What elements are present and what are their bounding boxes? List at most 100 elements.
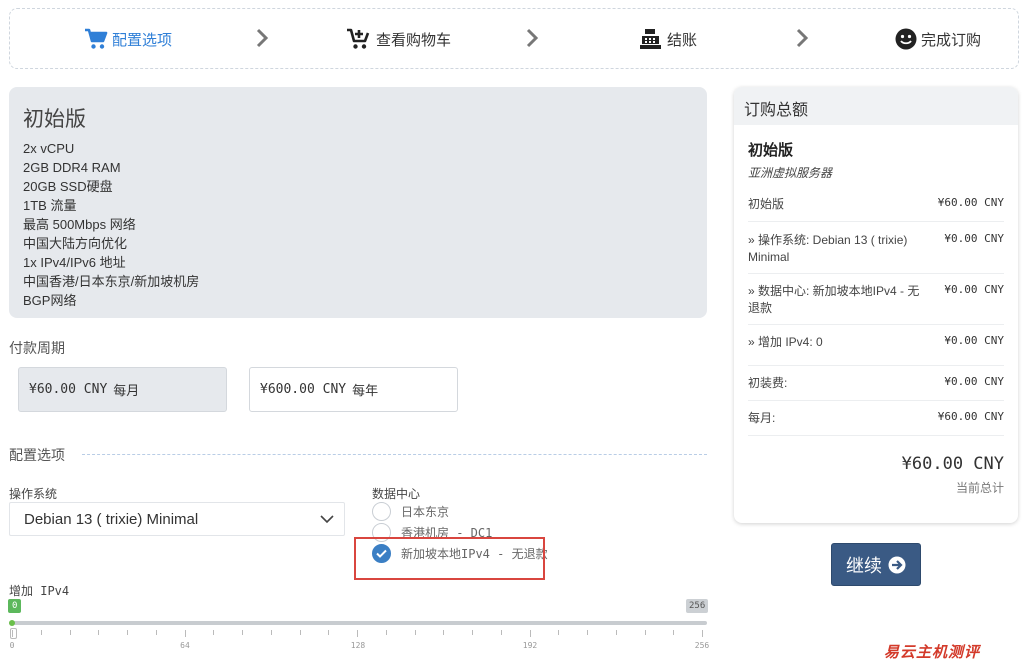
billing-option-annually[interactable]: ¥600.00 CNY 每年	[249, 367, 458, 412]
datacenter-option-label: 日本东京	[401, 505, 450, 519]
step-complete[interactable]: 完成订购	[895, 24, 981, 54]
slider-tick	[328, 630, 330, 635]
step-label: 配置选项	[112, 31, 173, 49]
summary-line: » 操作系统: Debian 13 ( trixie) Minimal ¥0.0…	[748, 232, 1004, 274]
feature-item: 20GB SSD硬盘	[23, 179, 113, 194]
continue-button[interactable]: 继续	[831, 543, 921, 586]
summary-line-label: 初装费:	[748, 376, 788, 390]
continue-label: 继续	[846, 555, 882, 576]
slider-tick	[558, 630, 560, 635]
ipv4-label: 增加 IPv4	[9, 584, 70, 598]
summary-line-label: 每月:	[748, 411, 776, 425]
slider-tick	[414, 630, 416, 635]
feature-item: 2x vCPU	[23, 141, 75, 156]
os-select-value: Debian 13 ( trixie) Minimal	[24, 510, 199, 528]
billing-price: ¥600.00 CNY	[260, 382, 347, 397]
slider-tick	[98, 630, 100, 635]
slider-tick	[529, 630, 531, 637]
slider-tick	[443, 630, 445, 635]
summary-total: ¥60.00 CNY	[901, 454, 1004, 474]
cart-plus-icon	[346, 28, 372, 50]
slider-tick	[184, 630, 186, 637]
summary-line-label: » 增加 IPv4: 0	[748, 335, 823, 349]
tick-label: 256	[694, 641, 710, 650]
step-label: 查看购物车	[376, 31, 452, 49]
slider-tick	[270, 630, 272, 635]
feature-item: 中国大陆方向优化	[23, 236, 128, 251]
datacenter-label: 数据中心	[372, 487, 421, 501]
os-label: 操作系统	[9, 487, 58, 501]
radio-button[interactable]	[372, 502, 391, 521]
summary-line: 初装费: ¥0.00 CNY	[748, 375, 1004, 401]
slider-tick	[299, 630, 301, 635]
billing-unit: 每年	[352, 384, 379, 399]
step-label: 结账	[667, 31, 698, 49]
summary-line-value: ¥60.00 CNY	[937, 410, 1004, 423]
billing-unit: 每月	[113, 384, 140, 399]
summary-total-label: 当前总计	[955, 481, 1004, 495]
arrow-circle-right-icon	[888, 556, 906, 573]
summary-title: 订购总额	[734, 87, 1018, 125]
summary-line: » 增加 IPv4: 0 ¥0.00 CNY	[748, 334, 1004, 366]
config-options-title: 配置选项	[9, 447, 65, 463]
slider-tick	[242, 630, 243, 635]
summary-line-value: ¥0.00 CNY	[944, 232, 1004, 245]
summary-line-label: » 操作系统: Debian 13 ( trixie) Minimal	[748, 233, 908, 264]
slider-tick	[213, 630, 215, 635]
ipv4-slider-track[interactable]	[9, 621, 707, 625]
slider-tick	[12, 630, 13, 637]
slider-tick	[644, 630, 646, 635]
summary-line: » 数据中心: 新加坡本地IPv4 - 无退款 ¥0.00 CNY	[748, 283, 1004, 325]
slider-tick	[615, 630, 617, 635]
product-name: 初始版	[23, 107, 86, 131]
summary-line-value: ¥0.00 CNY	[944, 334, 1004, 347]
slider-tick	[500, 630, 502, 635]
summary-line-label: 初始版	[748, 197, 785, 211]
summary-line-value: ¥60.00 CNY	[937, 196, 1004, 209]
tick-label: 64	[180, 641, 190, 650]
summary-product-group: 亚洲虚拟服务器	[748, 166, 833, 180]
step-configure[interactable]: 配置选项	[84, 24, 172, 54]
feature-item: BGP网络	[23, 293, 77, 308]
billing-cycle-title: 付款周期	[9, 340, 65, 356]
watermark: 易云主机测评	[884, 643, 981, 661]
os-select[interactable]: Debian 13 ( trixie) Minimal	[9, 502, 345, 536]
tick-label: 128	[350, 641, 366, 650]
summary-line: 每月: ¥60.00 CNY	[748, 410, 1004, 436]
tick-label: 0	[9, 641, 15, 650]
section-divider	[82, 454, 707, 455]
chevron-right-icon	[526, 28, 539, 48]
slider-tick	[702, 630, 703, 637]
slider-min-badge: 0	[8, 599, 22, 613]
order-summary-panel: 订购总额 初始版 亚洲虚拟服务器 初始版 ¥60.00 CNY » 操作系统: …	[734, 87, 1018, 523]
step-label: 完成订购	[921, 31, 982, 49]
cash-register-icon	[639, 28, 663, 50]
feature-item: 最高 500Mbps 网络	[23, 217, 136, 232]
slider-tick	[385, 630, 387, 635]
billing-option-monthly[interactable]: ¥60.00 CNY 每月	[18, 367, 227, 412]
highlight-box	[354, 537, 545, 580]
datacenter-option-tokyo[interactable]: 日本东京	[372, 502, 449, 521]
slider-tick	[472, 630, 473, 635]
slider-tick	[155, 630, 157, 635]
chevron-right-icon	[256, 28, 269, 48]
slider-tick	[127, 630, 128, 635]
slider-tick	[40, 630, 42, 635]
product-info-panel: 初始版 2x vCPU 2GB DDR4 RAM 20GB SSD硬盘 1TB …	[9, 87, 707, 318]
billing-price: ¥60.00 CNY	[29, 382, 108, 397]
slider-tick	[69, 630, 71, 635]
order-steps: 配置选项 查看购物车 结账 完成订购	[9, 8, 1019, 69]
summary-line-label: » 数据中心: 新加坡本地IPv4 - 无退款	[748, 284, 920, 315]
slider-tick	[587, 630, 588, 635]
feature-item: 中国香港/日本东京/新加坡机房	[23, 274, 200, 289]
feature-item: 1x IPv4/IPv6 地址	[23, 255, 126, 270]
step-cart[interactable]: 查看购物车	[346, 24, 451, 54]
slider-tick	[673, 630, 675, 635]
cart-icon	[84, 28, 108, 50]
slider-tick	[357, 630, 358, 637]
tick-label: 192	[522, 641, 538, 650]
summary-line: 初始版 ¥60.00 CNY	[748, 196, 1004, 222]
summary-product-name: 初始版	[748, 142, 794, 159]
slider-max-badge: 256	[686, 599, 709, 613]
step-checkout[interactable]: 结账	[639, 24, 697, 54]
